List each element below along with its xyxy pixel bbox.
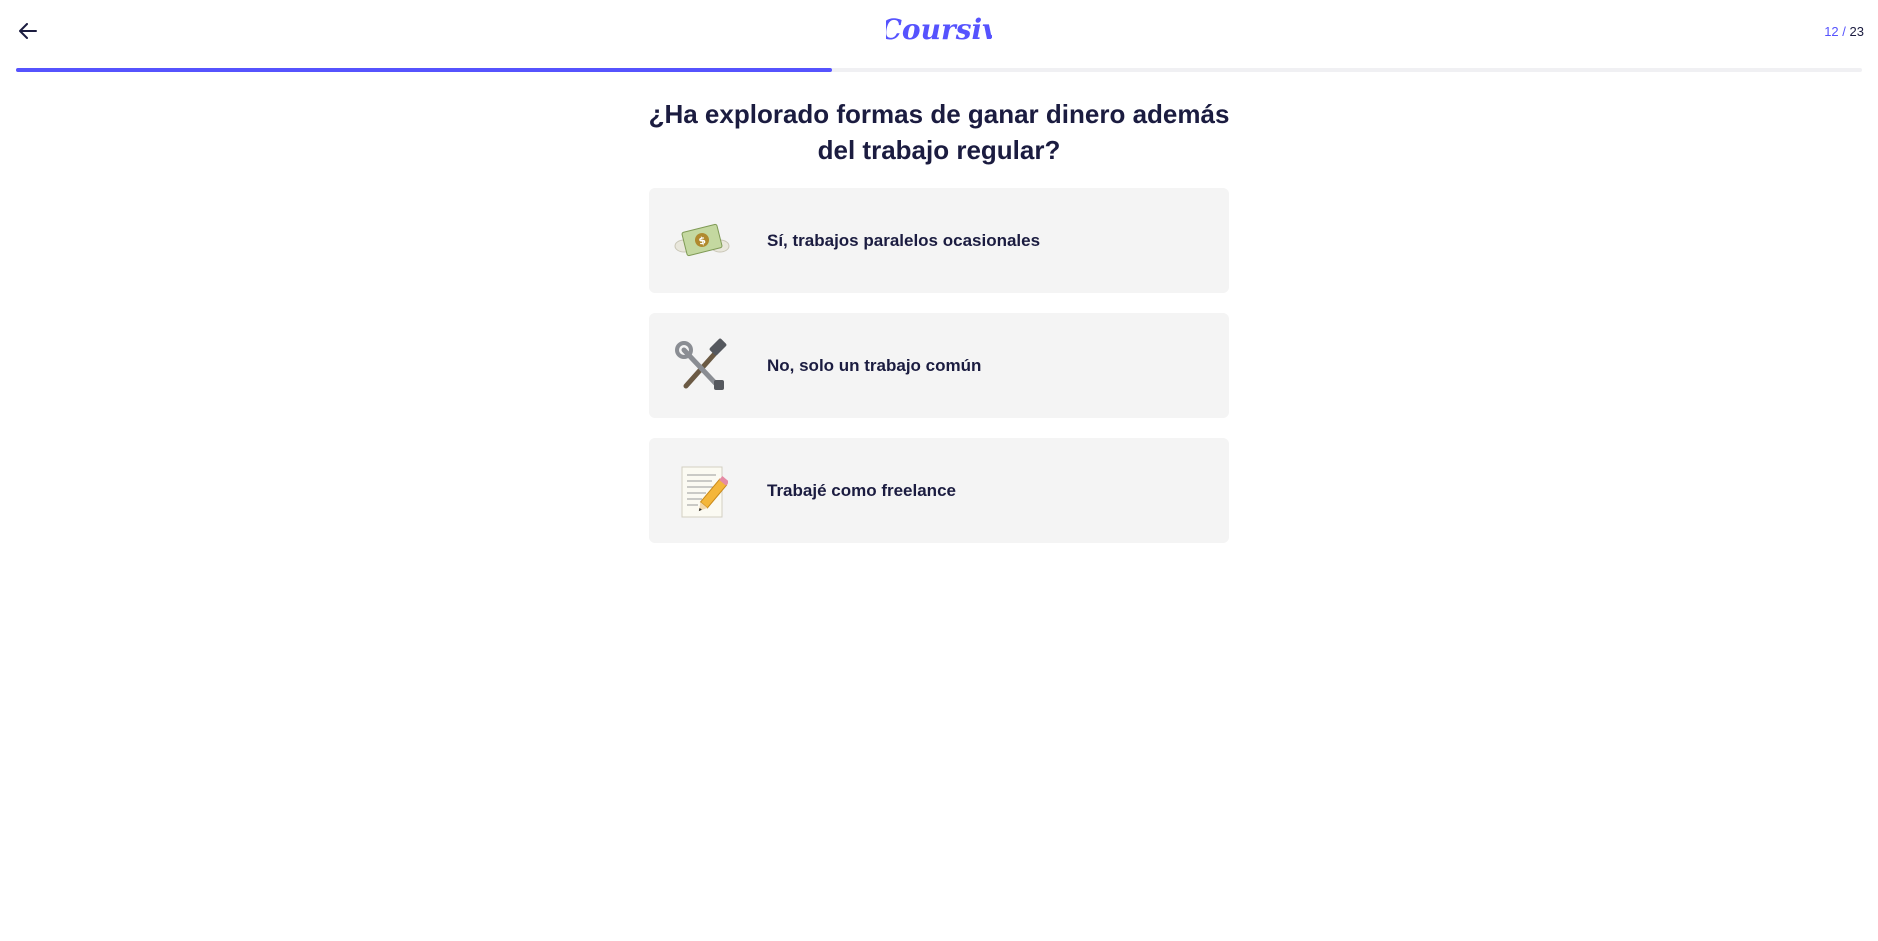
hammer-and-wrench-icon: [669, 333, 735, 399]
option-label: Sí, trabajos paralelos ocasionales: [767, 230, 1041, 250]
coursiv-logo: Coursiv: [886, 13, 992, 46]
question-title: ¿Ha explorado formas de ganar dinero ade…: [648, 99, 1230, 165]
option-label: Trabajé como freelance: [767, 480, 956, 500]
current-question: 12: [1824, 24, 1839, 39]
logo-text: Coursiv: [886, 13, 992, 46]
progress-fill: [16, 68, 832, 72]
options-list: $ Sí, trabajos paralelos ocasionales No,…: [649, 188, 1229, 563]
top-bar: Coursiv 12 / 23: [0, 0, 1878, 66]
progress-bar: [16, 68, 1862, 72]
arrow-left-icon: [19, 23, 37, 39]
question-counter: 12 / 23: [1824, 24, 1864, 40]
memo-pencil-icon: [669, 458, 735, 524]
option-freelance[interactable]: Trabajé como freelance: [649, 438, 1229, 543]
counter-separator: /: [1842, 24, 1846, 39]
back-button[interactable]: [14, 17, 42, 45]
option-regular-job[interactable]: No, solo un trabajo común: [649, 313, 1229, 418]
total-questions: 23: [1849, 24, 1864, 39]
option-label: No, solo un trabajo común: [767, 355, 982, 375]
money-with-wings-icon: $: [669, 208, 735, 274]
option-side-jobs[interactable]: $ Sí, trabajos paralelos ocasionales: [649, 188, 1229, 293]
